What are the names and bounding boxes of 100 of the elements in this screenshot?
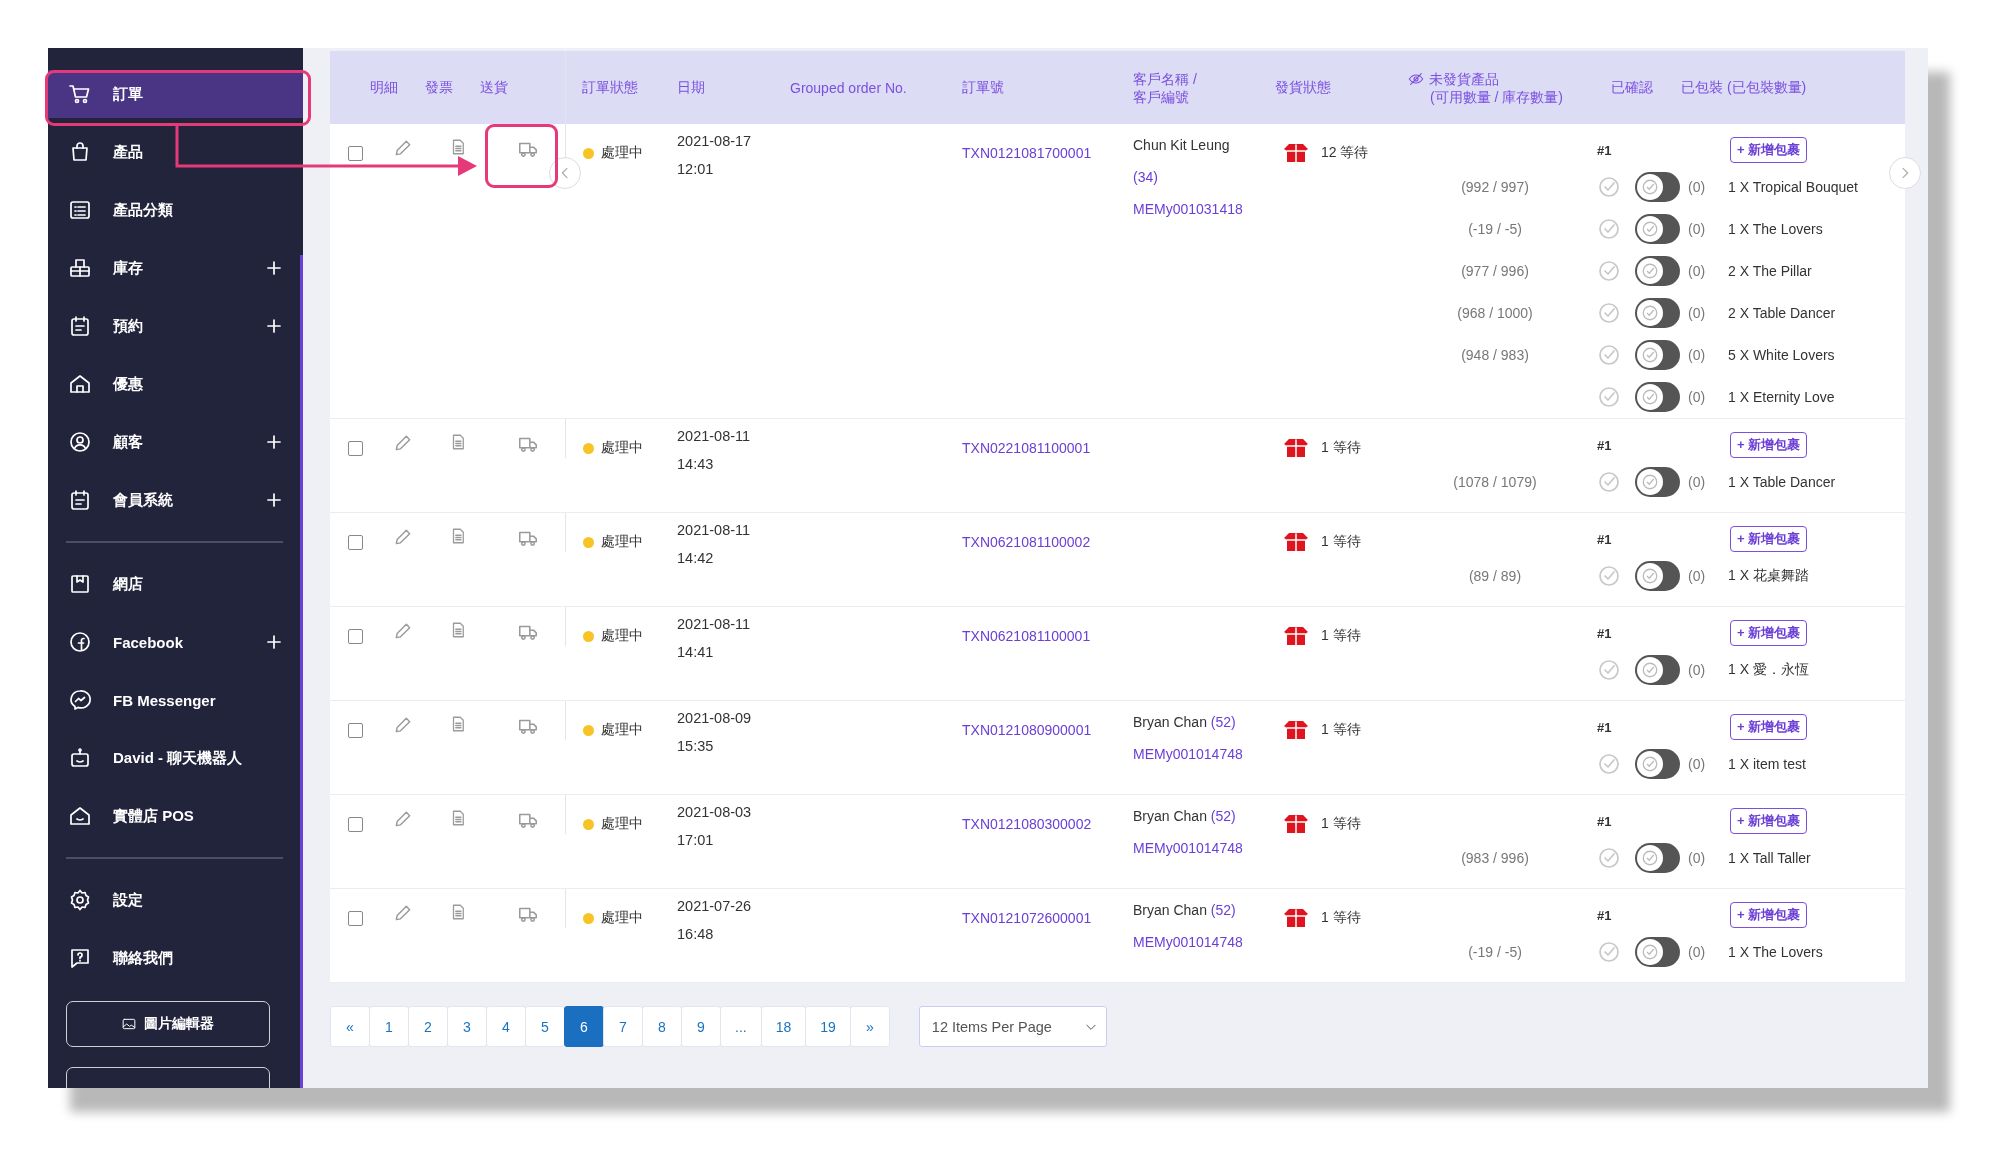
image-editor-button[interactable]: 圖片編輯器 [66,1001,270,1047]
product-name: 1 X 愛．永恆 [1728,661,1809,679]
packed-count: (0) [1687,305,1707,321]
order-link[interactable]: TXN0621081100002 [962,534,1091,550]
page-button[interactable]: 7 [603,1006,643,1047]
order-time: 14:43 [677,455,714,474]
toggle-switch[interactable] [1635,561,1680,591]
sidebar-item[interactable]: 優惠 [48,360,303,408]
check-icon[interactable] [1597,301,1621,325]
stock-count: (-19 / -5) [1467,944,1523,960]
order-link[interactable]: TXN0221081100001 [962,440,1091,456]
order-link[interactable]: TXN0121072600001 [962,910,1092,926]
items-per-page-select[interactable]: 12 Items Per Page [918,1006,1107,1047]
packed-count: (0) [1687,347,1707,363]
shipping-status: 1 等待 [1321,909,1361,927]
order-link[interactable]: TXN0121080300002 [962,816,1092,832]
add-package-button[interactable]: + 新增包裹 [1730,808,1808,834]
check-icon[interactable] [1597,564,1621,588]
member-link[interactable]: MEMy001014748 [1133,832,1243,864]
check-icon[interactable] [1597,217,1621,241]
page-button[interactable]: 1 [369,1006,409,1047]
sidebar-item[interactable]: 預約 [48,302,303,350]
sidebar-item[interactable]: 實體店 POS [48,792,303,840]
status-dot [583,147,594,159]
sidebar-item[interactable]: 庫存 [48,244,303,292]
page-button[interactable]: 19 [805,1006,851,1047]
check-icon[interactable] [1597,752,1621,776]
packed-count: (0) [1687,221,1707,237]
page-button[interactable]: « [330,1006,370,1047]
order-date: 2021-08-11 [677,521,751,540]
order-time: 14:42 [677,549,714,568]
page-button[interactable]: 5 [525,1006,565,1047]
check-icon[interactable] [1597,343,1621,367]
sidebar-item[interactable]: 顧客 [48,418,303,466]
check-icon[interactable] [1597,470,1621,494]
page-button[interactable]: 9 [681,1006,721,1047]
order-link[interactable]: TXN0121081700001 [962,145,1092,161]
page-button[interactable]: 6 [564,1006,604,1047]
page-button[interactable]: 8 [642,1006,682,1047]
page-button[interactable]: » [849,1006,890,1047]
add-package-button[interactable]: + 新增包裹 [1730,620,1808,646]
toggle-switch[interactable] [1635,340,1680,370]
column-header: 訂單號 [961,78,1005,97]
sidebar-item[interactable]: 網店 [48,560,303,608]
product-name: 5 X White Lovers [1728,347,1835,363]
checkbox[interactable] [347,629,363,644]
add-package-button[interactable]: + 新增包裹 [1730,526,1808,552]
member-link[interactable]: MEMy001014748 [1133,738,1243,770]
toggle-switch[interactable] [1635,172,1680,202]
toggle-switch[interactable] [1635,214,1680,244]
order-link[interactable]: TXN0621081100001 [962,628,1091,644]
page-button[interactable]: 2 [408,1006,448,1047]
check-icon[interactable] [1597,259,1621,283]
toggle-switch[interactable] [1635,467,1680,497]
sidebar-item[interactable]: 聯絡我們 [48,934,303,982]
toggle-switch[interactable] [1635,298,1680,328]
sidebar-item[interactable]: 產品 [48,128,303,176]
checkbox[interactable] [347,723,363,738]
check-icon[interactable] [1597,658,1621,682]
checkbox[interactable] [347,911,363,926]
page-button[interactable]: 4 [486,1006,526,1047]
status-label: 處理中 [601,815,643,833]
check-icon[interactable] [1597,940,1621,964]
checkbox[interactable] [347,441,363,456]
product-name: 1 X Tropical Bouquet [1728,179,1858,195]
add-package-button[interactable]: + 新增包裹 [1730,137,1808,163]
check-icon[interactable] [1597,175,1621,199]
member-link[interactable]: MEMy001014748 [1133,926,1243,958]
sidebar-item[interactable]: Facebook [48,618,303,666]
member-link[interactable]: MEMy001031418 [1133,193,1243,225]
sidebar-item[interactable]: FB Messenger [48,676,303,724]
sidebar-item[interactable]: 會員系統 [48,476,303,524]
toggle-switch[interactable] [1635,256,1680,286]
add-package-button[interactable]: + 新增包裹 [1730,432,1808,458]
toggle-switch[interactable] [1635,655,1680,685]
sidebar-item[interactable]: 產品分類 [48,186,303,234]
toggle-switch[interactable] [1635,937,1680,967]
check-icon[interactable] [1597,846,1621,870]
check-icon[interactable] [1597,385,1621,409]
page-button[interactable]: 3 [447,1006,487,1047]
sidebar-item[interactable]: 訂單 [48,70,303,118]
image-icon [122,1017,136,1031]
cart-icon [68,82,92,106]
checkbox[interactable] [347,146,363,161]
shipping-status: 1 等待 [1321,439,1361,457]
page-button[interactable]: ... [720,1006,762,1047]
checkbox[interactable] [347,817,363,832]
toggle-switch[interactable] [1635,843,1680,873]
packed-count: (0) [1687,850,1707,866]
customer-name: Bryan Chan (52) [1133,901,1237,920]
toggle-switch[interactable] [1635,749,1680,779]
order-link[interactable]: TXN0121080900001 [962,722,1092,738]
add-package-button[interactable]: + 新增包裹 [1730,902,1808,928]
box-icon [1283,720,1309,740]
checkbox[interactable] [347,535,363,550]
page-button[interactable]: 18 [760,1006,807,1047]
add-package-button[interactable]: + 新增包裹 [1730,714,1808,740]
toggle-switch[interactable] [1635,382,1680,412]
sidebar-item[interactable]: David - 聊天機器人 [48,734,303,782]
sidebar-item[interactable]: 設定 [48,876,303,924]
